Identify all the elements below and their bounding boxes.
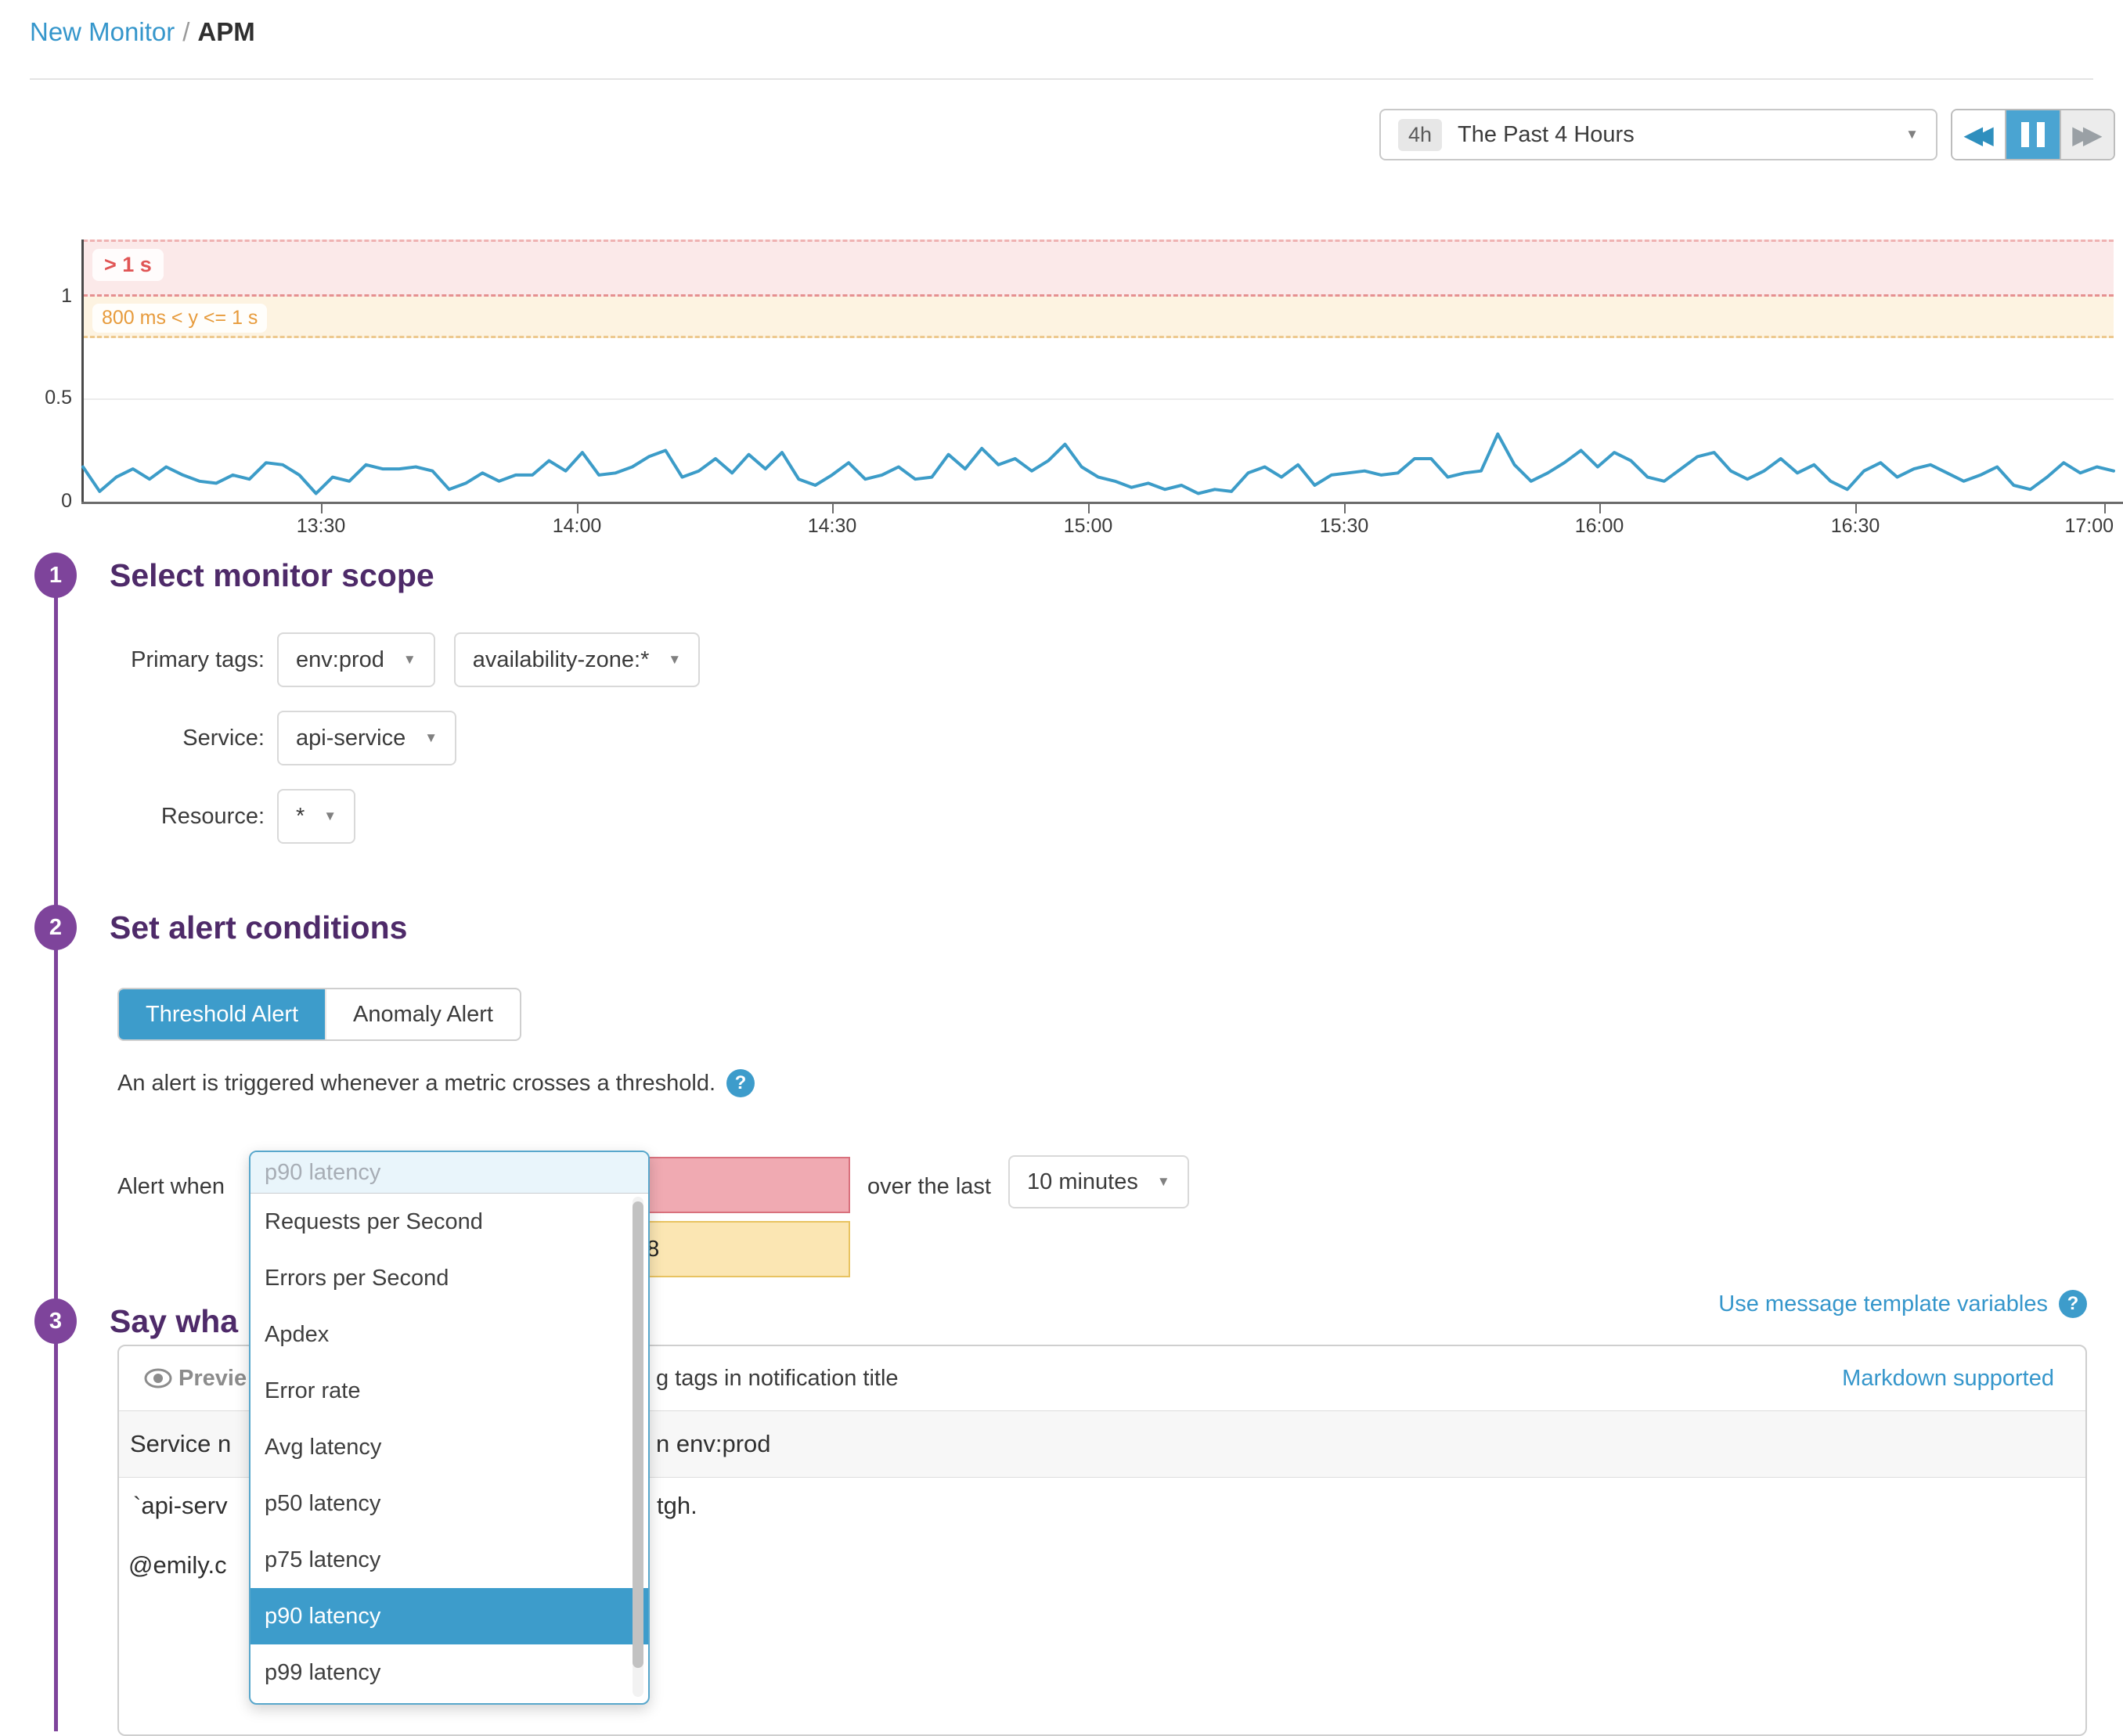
latency-series xyxy=(0,0,2123,548)
markdown-supported-link[interactable]: Markdown supported xyxy=(1842,1346,2054,1410)
x-tick xyxy=(321,504,323,513)
x-tick xyxy=(1599,504,1601,513)
x-tick-label: 16:30 xyxy=(1804,515,1906,538)
x-tick xyxy=(1344,504,1346,513)
eye-icon xyxy=(144,1368,172,1388)
x-tick xyxy=(1855,504,1857,513)
chevron-down-icon: ▼ xyxy=(668,652,681,668)
resource-value: * xyxy=(296,804,305,830)
time-window-value: 10 minutes xyxy=(1027,1169,1138,1195)
tab-threshold-alert[interactable]: Threshold Alert xyxy=(119,989,325,1039)
x-tick xyxy=(1088,504,1090,513)
alert-description-row: An alert is triggered whenever a metric … xyxy=(117,1069,755,1097)
metric-option-p90-latency[interactable]: p90 latency xyxy=(251,1588,648,1644)
metric-option-p75-latency[interactable]: p75 latency xyxy=(251,1532,648,1588)
dropdown-scrollbar-thumb[interactable] xyxy=(633,1201,643,1668)
notification-title-option-text: g tags in notification title xyxy=(656,1346,899,1410)
template-variables-link[interactable]: Use message template variables xyxy=(1718,1291,2048,1317)
alert-when-label: Alert when xyxy=(117,1163,225,1210)
x-tick xyxy=(577,504,579,513)
x-tick-label: 17:00 xyxy=(2012,515,2114,538)
alert-type-tabs: Threshold Alert Anomaly Alert xyxy=(117,988,521,1041)
service-row: Service: api-service ▼ xyxy=(78,711,475,765)
y-tick-label: 1 xyxy=(23,285,72,308)
step-3-title: Say wha xyxy=(110,1298,238,1344)
step-3-circle: 3 xyxy=(34,1298,77,1344)
primary-tags-row: Primary tags: env:prod ▼ availability-zo… xyxy=(78,632,719,687)
template-variables-row: Use message template variables ? xyxy=(1718,1290,2087,1318)
primary-tags-label: Primary tags: xyxy=(78,647,265,673)
metric-dropdown: Requests per Second Errors per Second Ap… xyxy=(249,1151,650,1705)
preview-tab-label: Previe xyxy=(178,1366,247,1392)
chevron-down-icon: ▼ xyxy=(1157,1174,1170,1190)
warning-threshold-input[interactable]: 0.8 xyxy=(615,1221,850,1277)
metric-option-avg-latency[interactable]: Avg latency xyxy=(251,1419,648,1475)
tab-anomaly-alert[interactable]: Anomaly Alert xyxy=(325,989,520,1039)
help-icon[interactable]: ? xyxy=(726,1069,755,1097)
resource-row: Resource: * ▼ xyxy=(78,789,374,844)
metric-option-apdex[interactable]: Apdex xyxy=(251,1306,648,1363)
metric-option-error-rate[interactable]: Error rate xyxy=(251,1363,648,1419)
resource-label: Resource: xyxy=(78,804,265,830)
primary-tag-az-select[interactable]: availability-zone:* ▼ xyxy=(454,632,701,687)
alert-description: An alert is triggered whenever a metric … xyxy=(117,1071,715,1097)
service-value: api-service xyxy=(296,726,405,751)
critical-threshold-input[interactable]: 1 xyxy=(615,1157,850,1213)
metric-option-errors-per-second[interactable]: Errors per Second xyxy=(251,1250,648,1306)
step-2-circle: 2 xyxy=(34,905,77,950)
chevron-down-icon: ▼ xyxy=(403,652,416,668)
x-tick xyxy=(832,504,834,513)
metric-search-input[interactable] xyxy=(251,1152,648,1194)
preview-tab[interactable]: Previe xyxy=(144,1346,247,1410)
resource-select[interactable]: * ▼ xyxy=(277,789,355,844)
title-text-left: Service n xyxy=(130,1411,231,1477)
title-text-right: n env:prod xyxy=(656,1411,771,1477)
primary-tag-az-value: availability-zone:* xyxy=(473,647,650,673)
time-window-select[interactable]: 10 minutes ▼ xyxy=(1008,1155,1189,1208)
step-connector-line xyxy=(54,575,58,1731)
over-the-last-label: over the last xyxy=(867,1163,991,1210)
service-select[interactable]: api-service ▼ xyxy=(277,711,456,765)
chevron-down-icon: ▼ xyxy=(323,809,337,824)
x-tick-label: 15:00 xyxy=(1037,515,1139,538)
x-tick-label: 16:00 xyxy=(1548,515,1650,538)
y-tick-label: 0 xyxy=(23,490,72,513)
message-text-line1-right: tgh. xyxy=(657,1492,697,1520)
metric-option-p50-latency[interactable]: p50 latency xyxy=(251,1475,648,1532)
y-tick-label: 0.5 xyxy=(23,387,72,409)
metric-option-p99-latency[interactable]: p99 latency xyxy=(251,1644,648,1701)
x-tick-label: 14:30 xyxy=(781,515,883,538)
x-tick-label: 14:00 xyxy=(526,515,628,538)
help-icon[interactable]: ? xyxy=(2059,1290,2087,1318)
step-2-title: Set alert conditions xyxy=(110,905,407,950)
message-text-line1-left: `api-serv xyxy=(133,1492,228,1520)
x-tick xyxy=(2104,504,2106,513)
metric-option-requests-per-second[interactable]: Requests per Second xyxy=(251,1194,648,1250)
service-label: Service: xyxy=(78,726,265,751)
x-tick-label: 13:30 xyxy=(270,515,372,538)
step-1-circle: 1 xyxy=(34,553,77,598)
step-1-title: Select monitor scope xyxy=(110,553,434,598)
message-text-line2-left: @emily.c xyxy=(128,1551,227,1579)
x-tick-label: 15:30 xyxy=(1293,515,1395,538)
x-axis-line xyxy=(81,502,2123,504)
latency-chart: > 1 s 800 ms < y <= 1 s 1 0.5 0 13:30 14… xyxy=(0,0,2123,548)
metric-dropdown-list: Requests per Second Errors per Second Ap… xyxy=(251,1194,648,1703)
chevron-down-icon: ▼ xyxy=(424,730,438,746)
primary-tag-env-select[interactable]: env:prod ▼ xyxy=(277,632,435,687)
primary-tag-env-value: env:prod xyxy=(296,647,384,673)
